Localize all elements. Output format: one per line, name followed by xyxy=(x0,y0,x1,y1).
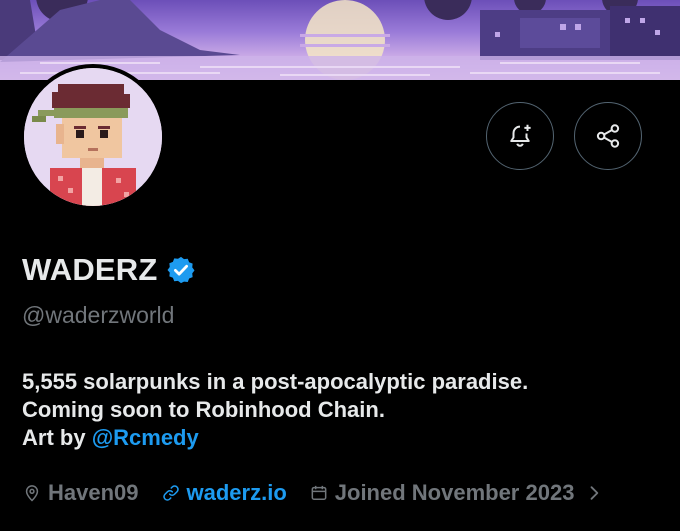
verified-badge-icon[interactable] xyxy=(166,255,196,285)
profile-name-row: WADERZ xyxy=(22,252,196,288)
calendar-icon xyxy=(311,485,327,500)
website-link[interactable]: waderz.io xyxy=(187,480,287,506)
bio-line-1: 5,555 solarpunks in a post-apocalyptic p… xyxy=(22,369,529,394)
bio-art-prefix: Art by xyxy=(22,425,92,450)
profile-meta: Haven09 waderz.io Joined November 2023 xyxy=(22,480,610,506)
bio-line-3: Art by @Rcmedy xyxy=(22,424,528,452)
avatar[interactable] xyxy=(20,64,166,210)
avatar-image xyxy=(24,68,162,206)
link-icon xyxy=(162,485,179,501)
display-name: WADERZ xyxy=(22,252,158,287)
share-button[interactable] xyxy=(574,102,642,170)
profile-handle: @waderzworld xyxy=(22,302,175,328)
share-icon xyxy=(596,124,620,148)
notifications-button[interactable] xyxy=(486,102,554,170)
bell-plus-icon xyxy=(510,124,531,147)
location-text: Haven09 xyxy=(48,480,139,505)
join-date-text: Joined November 2023 xyxy=(334,480,575,505)
location: Haven09 xyxy=(22,480,139,506)
bio-line-2: Coming soon to Robinhood Chain. xyxy=(22,397,385,422)
website[interactable]: waderz.io xyxy=(161,480,287,506)
join-date[interactable]: Joined November 2023 xyxy=(309,480,611,506)
bio-mention-link[interactable]: @Rcmedy xyxy=(92,425,199,450)
profile-bio: 5,555 solarpunks in a post-apocalyptic p… xyxy=(22,368,528,452)
chevron-right-icon xyxy=(591,486,599,500)
location-pin-icon xyxy=(25,485,39,502)
